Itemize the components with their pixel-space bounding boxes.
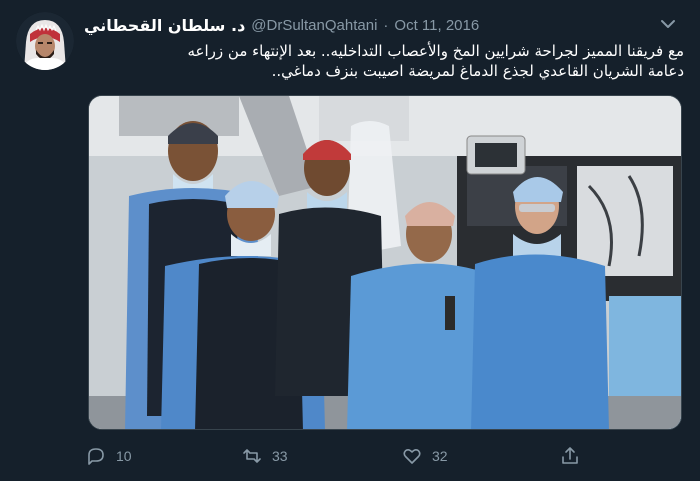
retweet-icon[interactable] [242, 446, 262, 466]
tweet-image[interactable] [88, 95, 682, 430]
heart-icon[interactable] [402, 446, 422, 466]
like-action[interactable]: 32 [402, 442, 448, 470]
tweet-header: د. سلطان القحطاني @DrSultanQahtani · Oct… [84, 14, 524, 36]
tweet-date[interactable]: Oct 11, 2016 [394, 17, 479, 34]
retweet-action[interactable]: 33 [242, 442, 288, 470]
tweet-text: مع فريقنا المميز لجراحة شرايين المخ والأ… [187, 42, 684, 80]
avatar[interactable] [16, 12, 74, 70]
reply-count: 10 [116, 448, 132, 464]
reply-icon[interactable] [86, 446, 106, 466]
tweet-actions: 10 33 32 [86, 442, 680, 470]
photo [89, 96, 681, 429]
chevron-down-icon[interactable] [658, 14, 678, 34]
reply-action[interactable]: 10 [86, 442, 132, 470]
avatar-image [16, 12, 74, 70]
share-icon[interactable] [560, 446, 580, 466]
like-count: 32 [432, 448, 448, 464]
separator-dot: · [383, 16, 389, 34]
retweet-count: 33 [272, 448, 288, 464]
tweet-card[interactable]: د. سلطان القحطاني @DrSultanQahtani · Oct… [0, 0, 700, 481]
share-action[interactable] [560, 442, 580, 470]
user-handle[interactable]: @DrSultanQahtani [251, 17, 377, 34]
display-name[interactable]: د. سلطان القحطاني [84, 16, 245, 35]
